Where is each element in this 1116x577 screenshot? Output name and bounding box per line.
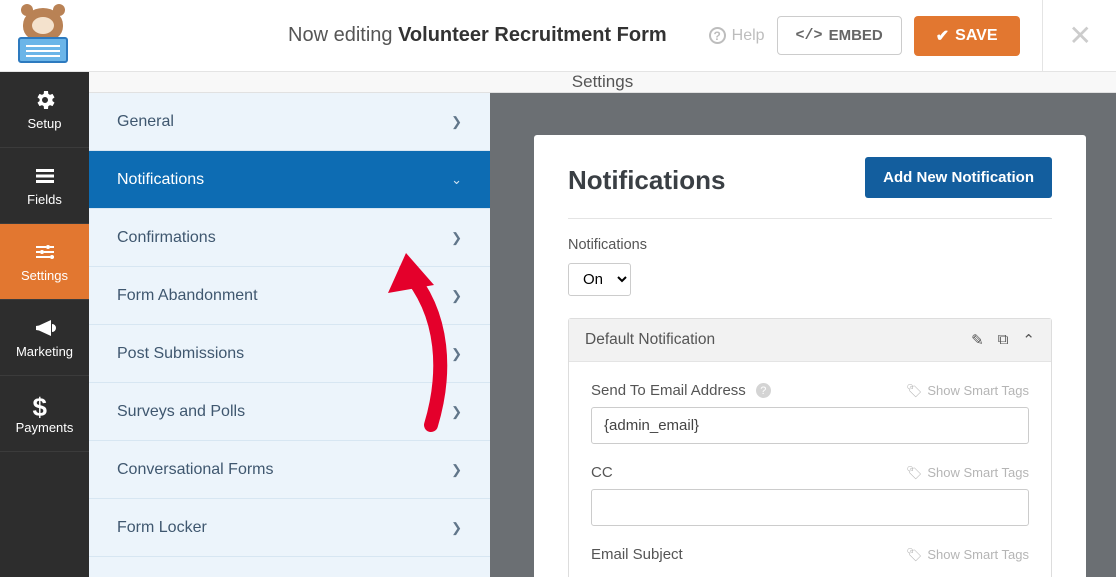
nav-settings[interactable]: Settings: [0, 224, 89, 300]
megaphone-icon: [33, 316, 57, 340]
notifications-card: Notifications Add New Notification Notif…: [534, 135, 1086, 577]
help-link[interactable]: ? Help: [709, 27, 765, 45]
wpforms-logo: [10, 8, 75, 63]
field-subject: Email Subject 🏷 Show Smart Tags: [591, 546, 1029, 563]
subitem-form-abandonment[interactable]: Form Abandonment❯: [89, 267, 490, 325]
subitem-general[interactable]: General❯: [89, 93, 490, 151]
code-icon: </>: [796, 27, 823, 44]
main-canvas: Notifications Add New Notification Notif…: [490, 93, 1116, 577]
chevron-right-icon: ❯: [451, 230, 462, 246]
nav-setup[interactable]: Setup: [0, 72, 89, 148]
send-to-input[interactable]: [591, 407, 1029, 444]
embed-button[interactable]: </> EMBED: [777, 16, 902, 55]
nav-payments[interactable]: $ Payments: [0, 376, 89, 452]
collapse-icon[interactable]: ⌃: [1022, 331, 1035, 349]
checkmark-icon: ✔: [936, 26, 949, 46]
sliders-icon: [33, 240, 57, 264]
tag-icon: 🏷: [906, 465, 923, 481]
smart-tags-link[interactable]: 🏷 Show Smart Tags: [906, 383, 1029, 399]
cc-input[interactable]: [591, 489, 1029, 526]
edit-icon[interactable]: ✎: [971, 331, 984, 349]
subitem-form-locker[interactable]: Form Locker❯: [89, 499, 490, 557]
divider: [568, 218, 1052, 219]
help-icon: ?: [709, 27, 726, 44]
chevron-right-icon: ❯: [451, 462, 462, 478]
nav-fields[interactable]: Fields: [0, 148, 89, 224]
notification-block: Default Notification ✎ ⧉ ⌃: [568, 318, 1052, 577]
smart-tags-link[interactable]: 🏷 Show Smart Tags: [906, 465, 1029, 481]
subitem-confirmations[interactable]: Confirmations❯: [89, 209, 490, 267]
top-bar: Now editing Volunteer Recruitment Form ?…: [0, 0, 1116, 72]
chevron-down-icon: ⌄: [451, 172, 462, 188]
smart-tags-link[interactable]: 🏷 Show Smart Tags: [906, 547, 1029, 563]
tag-icon: 🏷: [906, 383, 923, 399]
cc-label: CC: [591, 464, 613, 481]
notification-header: Default Notification ✎ ⧉ ⌃: [569, 319, 1051, 362]
help-icon[interactable]: ?: [756, 383, 771, 398]
subitem-post-submissions[interactable]: Post Submissions❯: [89, 325, 490, 383]
settings-subpanel: General❯ Notifications⌄ Confirmations❯ F…: [89, 93, 490, 577]
send-to-label: Send To Email Address: [591, 382, 746, 399]
notifications-toggle[interactable]: On: [568, 263, 631, 296]
notifications-toggle-label: Notifications: [568, 237, 1052, 253]
add-notification-button[interactable]: Add New Notification: [865, 157, 1052, 198]
subitem-surveys-polls[interactable]: Surveys and Polls❯: [89, 383, 490, 441]
settings-header: Settings: [89, 72, 1116, 93]
field-cc: CC 🏷 Show Smart Tags: [591, 464, 1029, 526]
chevron-right-icon: ❯: [451, 520, 462, 536]
list-icon: [33, 164, 57, 188]
nav-rail: Setup Fields Settings Marketing $ Paymen…: [0, 72, 89, 577]
close-button[interactable]: ✕: [1055, 19, 1096, 52]
subject-label: Email Subject: [591, 546, 683, 563]
subitem-conversational-forms[interactable]: Conversational Forms❯: [89, 441, 490, 499]
notification-title: Default Notification: [585, 331, 715, 349]
chevron-right-icon: ❯: [451, 346, 462, 362]
save-button[interactable]: ✔ SAVE: [914, 16, 1020, 56]
field-send-to: Send To Email Address ? 🏷 Show Smart Tag…: [591, 382, 1029, 444]
subitem-notifications[interactable]: Notifications⌄: [89, 151, 490, 209]
dollar-icon: $: [33, 392, 57, 416]
chevron-right-icon: ❯: [451, 288, 462, 304]
chevron-right-icon: ❯: [451, 114, 462, 130]
gear-icon: [33, 88, 57, 112]
tag-icon: 🏷: [906, 547, 923, 563]
chevron-right-icon: ❯: [451, 404, 462, 420]
nav-marketing[interactable]: Marketing: [0, 300, 89, 376]
divider: [1042, 0, 1043, 72]
now-editing-label: Now editing Volunteer Recruitment Form: [288, 24, 667, 47]
copy-icon[interactable]: ⧉: [998, 331, 1009, 349]
